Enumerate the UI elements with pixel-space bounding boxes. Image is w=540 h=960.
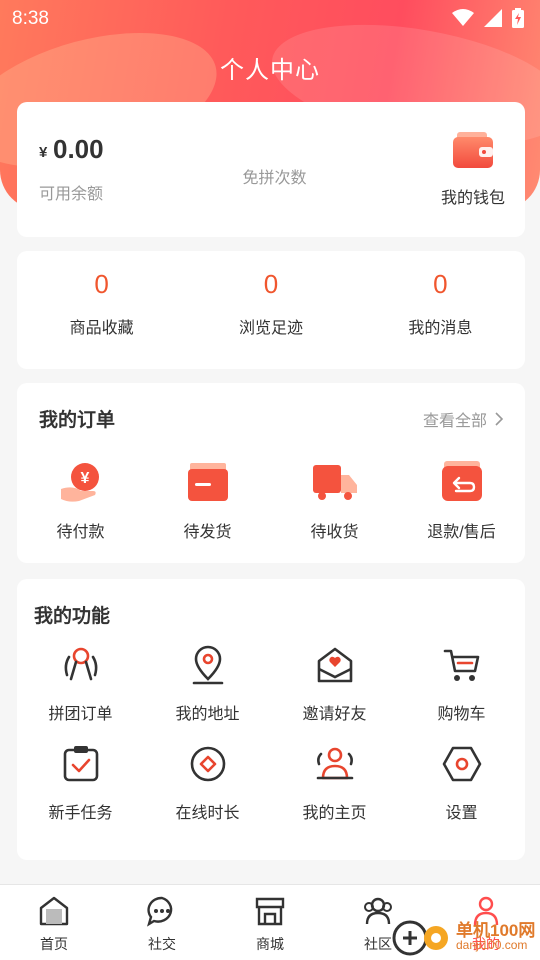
tab-label: 商城 (256, 936, 284, 952)
shopping-cart-icon (443, 649, 479, 681)
user-group-icon (316, 747, 353, 780)
orders-title: 我的订单 (39, 410, 116, 431)
watermark-logo-icon (392, 920, 448, 956)
orders-card: 我的订单 查看全部 ¥ 待付款 待发货 待收货 退款/售后 (17, 383, 525, 563)
order-pending-payment[interactable]: ¥ 待付款 (17, 461, 144, 542)
tab-mall[interactable]: 商城 (216, 885, 324, 960)
func-label: 我的地址 (175, 706, 240, 723)
stat-history[interactable]: 0 浏览足迹 (186, 251, 355, 369)
diamond-icon (190, 746, 225, 782)
tab-label: 社交 (148, 936, 176, 952)
func-label: 新手任务 (48, 805, 113, 822)
settings-hexagon-icon (442, 746, 481, 782)
pending-payment-icon: ¥ (60, 463, 99, 502)
wifi-icon (452, 9, 474, 26)
free-group-count-label[interactable]: 免拼次数 (217, 164, 332, 188)
stat-messages[interactable]: 0 我的消息 (356, 251, 525, 369)
order-pending-receipt[interactable]: 待收货 (271, 461, 398, 542)
func-label: 购物车 (437, 706, 486, 723)
svg-text:¥: ¥ (80, 470, 89, 487)
order-label: 待付款 (56, 524, 105, 541)
status-time: 8:38 (12, 8, 49, 29)
func-my-address[interactable]: 我的地址 (144, 645, 271, 724)
home-icon (39, 896, 69, 926)
my-wallet-label[interactable]: 我的钱包 (433, 184, 513, 208)
watermark-url: danji100.com (456, 938, 528, 952)
func-label: 设置 (445, 805, 478, 822)
stat-label: 浏览足迹 (238, 320, 303, 337)
tab-home[interactable]: 首页 (0, 885, 108, 960)
balance-label: 可用余额 (39, 186, 104, 203)
tab-label: 首页 (40, 936, 68, 952)
stat-value: 0 (433, 269, 448, 299)
currency-symbol: ¥ (39, 144, 48, 161)
status-bar: 8:38 (0, 0, 540, 36)
func-label: 我的主页 (302, 805, 367, 822)
func-shopping-cart[interactable]: 购物车 (398, 645, 525, 724)
stat-value: 0 (263, 269, 279, 299)
page-title: 个人中心 (220, 57, 320, 84)
battery-icon (512, 8, 524, 28)
status-icons (452, 8, 524, 28)
functions-grid: 拼团订单 我的地址 邀请好友 购物车 新手任务 在线时长 我的主页 设置 (17, 645, 525, 823)
signal-icon (484, 9, 502, 27)
view-all-label: 查看全部 (422, 413, 487, 430)
chevron-right-icon (495, 412, 503, 426)
func-label: 拼团订单 (48, 706, 113, 723)
func-my-homepage[interactable]: 我的主页 (271, 744, 398, 823)
watermark-logo: 单机100网 danji100.com (390, 912, 540, 960)
func-group-orders[interactable]: 拼团订单 (17, 645, 144, 724)
refund-icon (441, 461, 482, 501)
order-label: 待发货 (183, 524, 232, 541)
wallet-card: ¥ 0.00 可用余额 免拼次数 我的钱包 (17, 102, 525, 237)
func-settings[interactable]: 设置 (398, 744, 525, 823)
functions-card: 我的功能 拼团订单 我的地址 邀请好友 购物车 新手任务 在线时长 我的主页 设… (17, 579, 525, 860)
view-all-orders-link[interactable]: 查看全部 (423, 407, 503, 431)
stat-label: 商品收藏 (69, 320, 134, 337)
clipboard-check-icon (63, 746, 98, 782)
order-status-row: ¥ 待付款 待发货 待收货 退款/售后 (17, 461, 525, 542)
location-pin-icon (192, 645, 223, 685)
func-invite-friends[interactable]: 邀请好友 (271, 645, 398, 724)
stat-favorites[interactable]: 0 商品收藏 (17, 251, 186, 369)
stats-card: 0 商品收藏 0 浏览足迹 0 我的消息 (17, 251, 525, 369)
func-newbie-tasks[interactable]: 新手任务 (17, 744, 144, 823)
order-pending-shipment[interactable]: 待发货 (144, 461, 271, 542)
functions-title: 我的功能 (34, 606, 111, 627)
stat-label: 我的消息 (408, 320, 473, 337)
order-refund[interactable]: 退款/售后 (398, 461, 525, 542)
store-icon (255, 897, 285, 926)
group-order-icon (64, 647, 97, 681)
balance-amount[interactable]: 0.00 (53, 134, 104, 165)
order-label: 待收货 (310, 524, 359, 541)
invite-envelope-icon (317, 647, 352, 683)
tab-social[interactable]: 社交 (108, 885, 216, 960)
wallet-icon[interactable] (453, 132, 493, 168)
pending-shipment-icon (187, 463, 228, 501)
order-label: 退款/售后 (427, 524, 496, 541)
func-label: 邀请好友 (302, 706, 367, 723)
func-label: 在线时长 (175, 805, 240, 822)
func-online-time[interactable]: 在线时长 (144, 744, 271, 823)
chat-bubble-icon (147, 896, 173, 927)
delivery-truck-icon (312, 465, 357, 500)
stat-value: 0 (94, 269, 109, 299)
